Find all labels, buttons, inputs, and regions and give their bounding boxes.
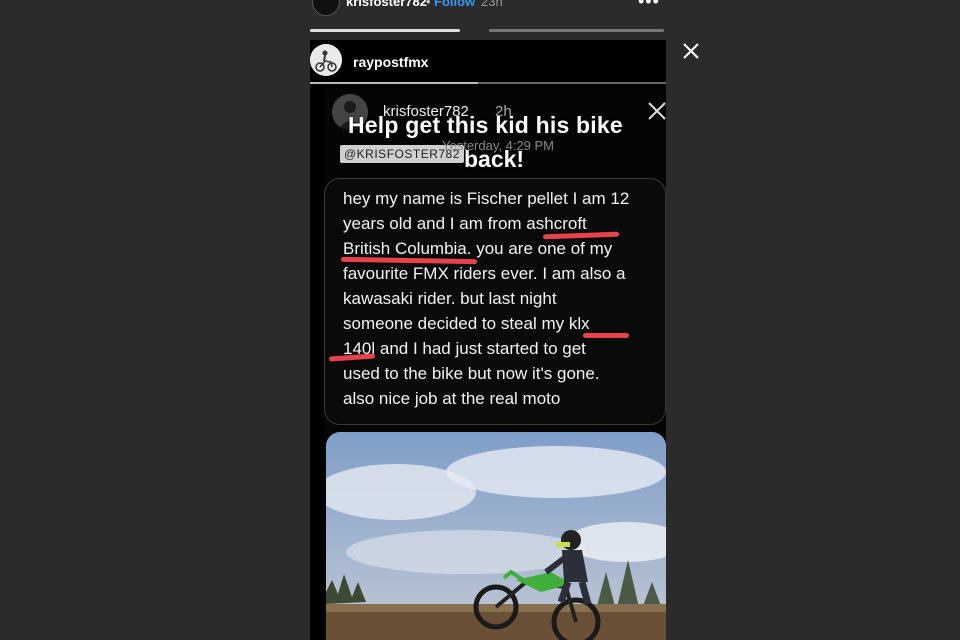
story-time: 23h (481, 0, 503, 9)
story-progress-viewed (310, 29, 460, 32)
story-username[interactable]: raypostfmx (353, 54, 428, 70)
reposted-story: krisfoster782 2h Help get this kid his b… (324, 88, 666, 640)
message-line: years old and I am from ashcroft (343, 214, 587, 233)
message-line: British Columbia. you are one of my (343, 239, 613, 258)
motorcycle-icon (310, 44, 342, 76)
raypostfmx-avatar[interactable] (310, 44, 342, 76)
message-line: someone decided to steal my klx (343, 314, 590, 333)
more-options-icon[interactable]: ••• (638, 0, 660, 12)
inner-close-icon (648, 102, 666, 120)
highlight-mark (583, 333, 629, 338)
highlight-mark (328, 353, 376, 362)
story-viewer[interactable]: raypostfmx krisfoster782 2h Help get thi… (310, 40, 666, 640)
dirt-bike-rider-image (326, 432, 666, 640)
message-line: 140l and I had just started to get (343, 339, 586, 358)
headline-text-2: back! (464, 146, 525, 172)
outer-avatar[interactable] (312, 0, 340, 16)
separator-dot: • (426, 0, 431, 9)
outer-username[interactable]: krisfoster782 (346, 0, 427, 9)
message-bubble: hey my name is Fischer pellet I am 12 ye… (324, 178, 666, 425)
follow-button[interactable]: Follow (434, 0, 475, 9)
headline-text: Help get this kid his bike (348, 112, 623, 138)
message-line: favourite FMX riders ever. I am also a (343, 264, 626, 283)
story-progress-pending (478, 82, 666, 84)
story-progress-viewed (310, 82, 478, 84)
close-icon[interactable] (680, 40, 702, 62)
message-line: hey my name is Fischer pellet I am 12 (343, 189, 630, 208)
message-line: used to the bike but now it's gone. (343, 364, 600, 383)
motocross-photo (326, 432, 666, 640)
message-line: kawasaki rider. but last night (343, 289, 557, 308)
story-progress-pending (489, 29, 664, 32)
message-line: also nice job at the real moto (343, 389, 561, 408)
